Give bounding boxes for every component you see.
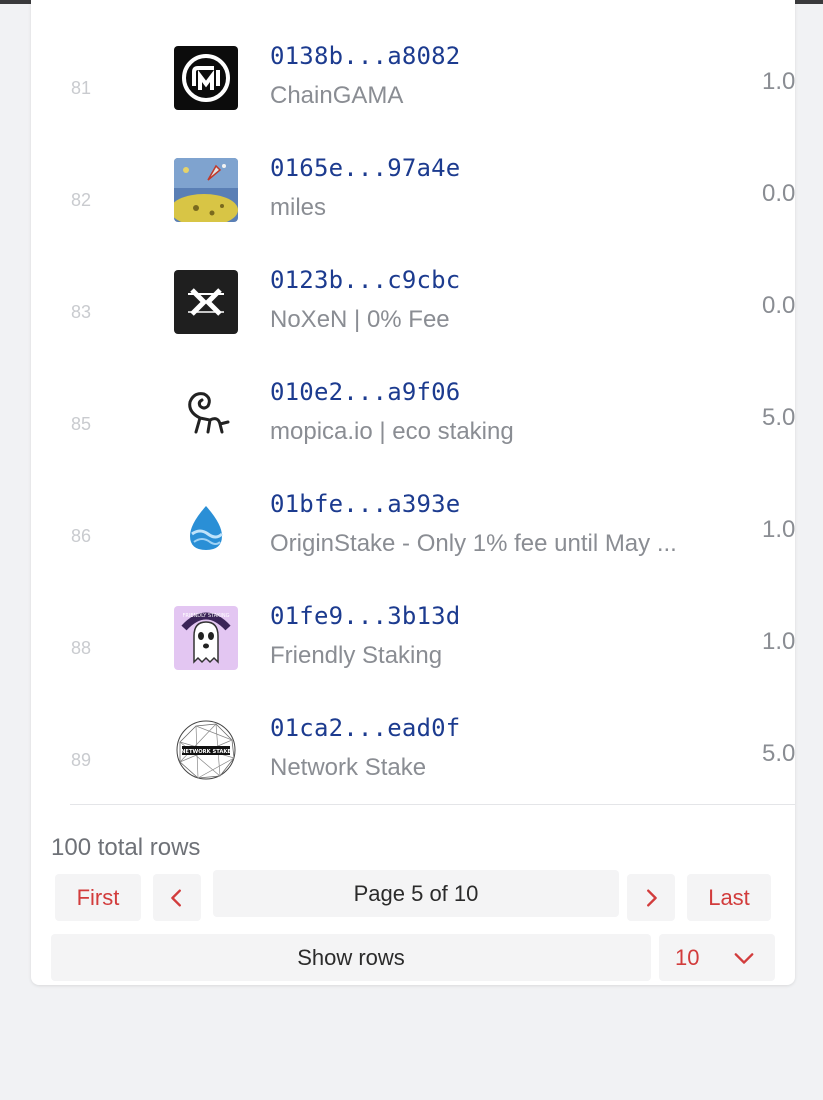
validator-address-link[interactable]: 0138b...a8082 xyxy=(270,42,460,70)
validator-amount: 0.0 xyxy=(762,180,795,207)
table-row[interactable]: 81 0138b...a8082 ChainGAMA 1.0 xyxy=(31,42,795,158)
validators-table-card: 81 0138b...a8082 ChainGAMA 1.0 82 0165e.… xyxy=(31,0,795,985)
table-row[interactable]: 89 NETWORK STAKE 01ca2...ead0f Network S… xyxy=(31,714,795,830)
table-row[interactable]: 83 0123b...c9cbc NoXeN | 0% Fee 0.0 xyxy=(31,266,795,382)
validator-name: mopica.io | eco staking xyxy=(270,418,514,445)
validator-amount: 1.0 xyxy=(762,628,795,655)
validator-amount: 0.0 xyxy=(762,292,795,319)
first-page-button[interactable]: First xyxy=(55,874,141,921)
mopica-logo-icon xyxy=(174,382,238,446)
show-rows-label: Show rows xyxy=(51,934,651,981)
validator-address-link[interactable]: 01fe9...3b13d xyxy=(270,602,460,630)
chevron-down-icon xyxy=(734,952,754,964)
previous-page-button[interactable] xyxy=(153,874,201,921)
table-row[interactable]: 85 010e2...a9f06 mopica.io | eco staking… xyxy=(31,378,795,494)
table-row[interactable]: 86 01bfe...a393e OriginStake - Only 1% f… xyxy=(31,490,795,606)
row-rank: 82 xyxy=(71,190,92,210)
total-rows-text: 100 total rows xyxy=(51,834,201,861)
validator-amount: 1.0 xyxy=(762,516,795,543)
validator-name: ChainGAMA xyxy=(270,82,404,109)
page-indicator: Page 5 of 10 xyxy=(213,870,619,917)
validator-amount: 5.0 xyxy=(762,404,795,431)
miles-logo-icon xyxy=(174,158,238,222)
validator-address-link[interactable]: 01ca2...ead0f xyxy=(270,714,460,742)
validator-amount: 5.0 xyxy=(762,740,795,767)
friendly-staking-logo-icon: FRIENDLY STAKING xyxy=(174,606,238,670)
last-page-button[interactable]: Last xyxy=(687,874,771,921)
validator-address-link[interactable]: 0123b...c9cbc xyxy=(270,266,460,294)
chevron-left-icon xyxy=(171,888,181,907)
chaingama-logo-icon xyxy=(174,46,238,110)
network-logo-text: NETWORK STAKE xyxy=(181,749,231,755)
rows-per-page-select[interactable]: 10 xyxy=(659,934,775,981)
validator-name: Network Stake xyxy=(270,754,427,781)
validator-name: OriginStake - Only 1% fee until May ... xyxy=(270,530,677,557)
originstake-logo-icon xyxy=(174,494,238,558)
row-rank: 83 xyxy=(71,302,92,322)
table-divider xyxy=(70,804,795,805)
validator-amount: 1.0 xyxy=(762,68,795,95)
next-page-button[interactable] xyxy=(627,874,675,921)
validator-name: miles xyxy=(270,194,327,221)
validator-address-link[interactable]: 0165e...97a4e xyxy=(270,154,460,182)
friendly-logo-text: FRIENDLY STAKING xyxy=(183,613,230,619)
validator-address-link[interactable]: 01bfe...a393e xyxy=(270,490,460,518)
table-row[interactable]: 82 0165e...97a4e miles 0.0 xyxy=(31,154,795,270)
validator-address-link[interactable]: 010e2...a9f06 xyxy=(270,378,460,406)
rows-per-page-value: 10 xyxy=(675,944,700,970)
table-row[interactable]: 88 FRIENDLY STAKING 01fe9...3b13d Friend… xyxy=(31,602,795,718)
chevron-right-icon xyxy=(647,888,657,907)
validator-name: NoXeN | 0% Fee xyxy=(270,306,450,333)
row-rank: 89 xyxy=(71,750,92,770)
row-rank: 85 xyxy=(71,414,92,434)
validator-name: Friendly Staking xyxy=(270,642,443,669)
row-rank: 81 xyxy=(71,78,92,98)
row-rank: 88 xyxy=(71,638,92,658)
row-rank: 86 xyxy=(71,526,92,546)
noxen-logo-icon xyxy=(174,270,238,334)
network-stake-logo-icon: NETWORK STAKE xyxy=(174,718,238,782)
